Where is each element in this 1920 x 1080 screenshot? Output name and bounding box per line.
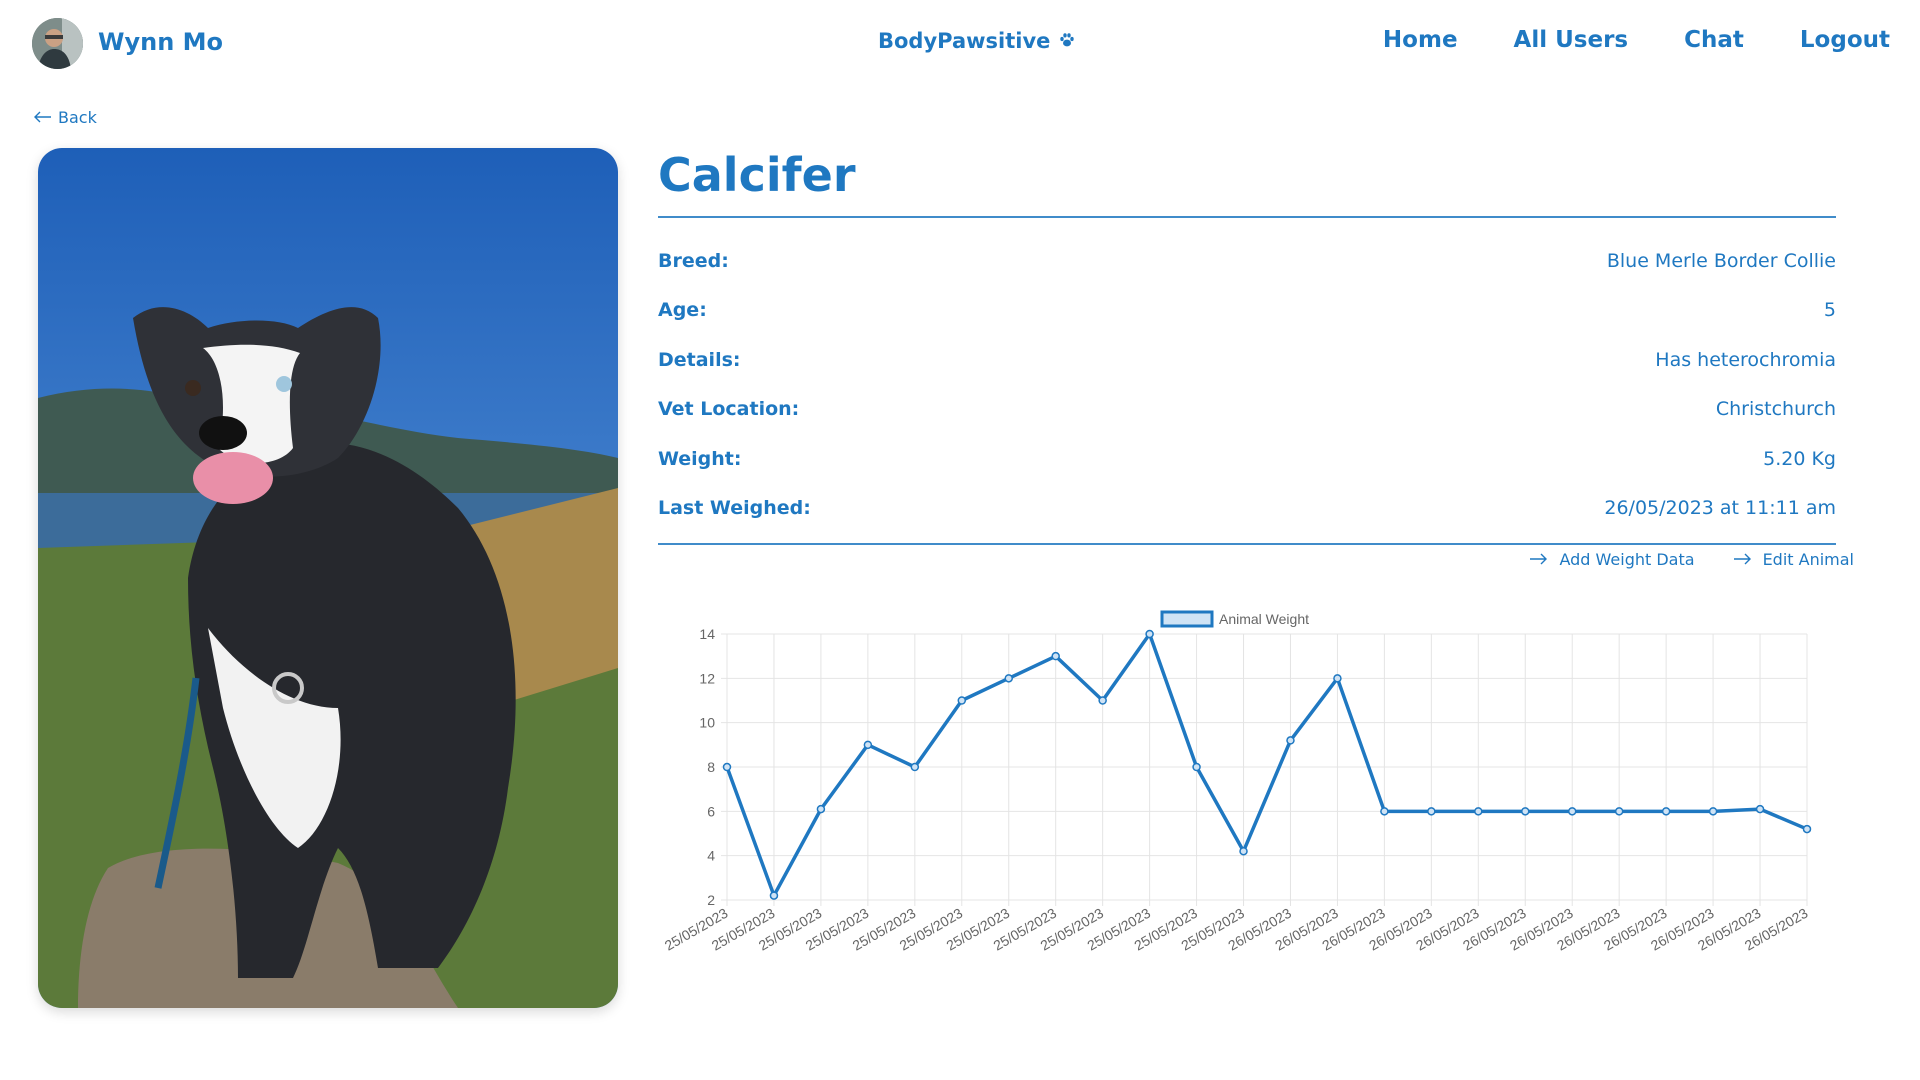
y-tick-label: 6 (707, 803, 715, 819)
detail-rows: Breed: Blue Merle Border Collie Age: 5 D… (658, 218, 1836, 543)
detail-row-last-weighed: Last Weighed: 26/05/2023 at 11:11 am (658, 484, 1836, 534)
y-tick-label: 12 (699, 670, 715, 686)
animal-name: Calcifer (658, 148, 856, 202)
animal-photo (38, 148, 618, 1008)
data-point (1145, 629, 1154, 639)
data-point (1380, 807, 1389, 816)
weight-chart: 2 4 6 8 10 12 14 25/05/2023 25/05/2023 25/05/2023… (655, 590, 1825, 990)
data-point (1567, 807, 1577, 816)
data-point (1239, 846, 1248, 856)
navbar: Wynn Mo BodyPawsitive Home All Users Cha… (0, 0, 1920, 86)
add-weight-data-label: Add Weight Data (1559, 550, 1695, 569)
detail-row-weight: Weight: 5.20 Kg (658, 434, 1836, 484)
data-point (1521, 807, 1530, 816)
detail-value: 5 (1823, 299, 1836, 322)
add-weight-data-link[interactable]: Add Weight Data (1529, 550, 1695, 569)
weight-chart-svg: 246810121425/05/202325/05/202325/05/2023… (662, 610, 1812, 954)
nav-links: Home All Users Chat Logout (1383, 27, 1890, 53)
detail-value: Blue Merle Border Collie (1606, 249, 1836, 272)
data-point (1614, 807, 1624, 816)
detail-row-breed: Breed: Blue Merle Border Collie (658, 236, 1836, 286)
data-point (1051, 651, 1060, 661)
data-point (1427, 807, 1436, 816)
divider-top (658, 216, 1836, 218)
detail-label: Last Weighed: (658, 497, 811, 520)
detail-label: Weight: (658, 447, 742, 470)
arrow-right-icon (1529, 550, 1548, 569)
username[interactable]: Wynn Mo (98, 28, 223, 56)
edit-animal-link[interactable]: Edit Animal (1733, 550, 1854, 569)
data-point (1333, 674, 1342, 683)
nav-link-chat[interactable]: Chat (1684, 27, 1744, 53)
y-tick-label: 8 (707, 759, 715, 775)
edit-animal-label: Edit Animal (1762, 550, 1854, 569)
detail-row-vet-location: Vet Location: Christchurch (658, 385, 1836, 435)
data-point (1004, 674, 1013, 683)
avatar[interactable] (32, 18, 83, 69)
data-point (957, 696, 967, 705)
detail-row-details: Details: Has heterochromia (658, 335, 1836, 385)
legend-label: Animal Weight (1219, 611, 1309, 627)
data-point (1286, 736, 1295, 745)
detail-value: Christchurch (1715, 398, 1836, 421)
data-point (1098, 696, 1107, 705)
detail-label: Details: (658, 348, 741, 371)
detail-value: 5.20 Kg (1763, 447, 1836, 470)
data-point (1708, 807, 1718, 816)
detail-value: 26/05/2023 at 11:11 am (1604, 497, 1836, 520)
animal-details: Calcifer Breed: Blue Merle Border Collie… (658, 148, 1836, 545)
data-point (1192, 762, 1201, 772)
divider-bottom (658, 543, 1836, 545)
back-label: Back (58, 108, 97, 127)
series-line-animal-weight (725, 632, 1808, 898)
detail-row-age: Age: 5 (658, 286, 1836, 336)
nav-link-home[interactable]: Home (1383, 27, 1458, 53)
arrow-left-icon (34, 108, 52, 127)
arrow-right-icon (1733, 550, 1751, 569)
data-point (910, 762, 920, 772)
data-point (1802, 824, 1812, 834)
data-point (722, 762, 732, 772)
animal-actions: Add Weight Data Edit Animal (1529, 550, 1854, 569)
detail-value: Has heterochromia (1655, 348, 1836, 371)
y-tick-label: 4 (707, 848, 715, 864)
brand[interactable]: BodyPawsitive (878, 29, 1075, 53)
y-tick-label: 2 (707, 892, 715, 908)
detail-label: Age: (658, 299, 707, 322)
data-point (769, 891, 779, 900)
detail-label: Breed: (658, 249, 729, 272)
data-point (1474, 807, 1483, 816)
back-link[interactable]: Back (34, 108, 97, 127)
detail-label: Vet Location: (658, 398, 800, 421)
brand-name: BodyPawsitive (878, 29, 1051, 53)
y-tick-label: 14 (699, 626, 715, 642)
data-point (1661, 807, 1671, 816)
paw-icon (1059, 29, 1075, 53)
data-point (863, 740, 873, 750)
data-point (816, 804, 826, 814)
nav-link-all-users[interactable]: All Users (1514, 27, 1629, 53)
data-point (1755, 804, 1765, 814)
y-tick-label: 10 (699, 715, 715, 731)
legend-swatch (1160, 610, 1214, 628)
nav-link-logout[interactable]: Logout (1800, 27, 1890, 53)
